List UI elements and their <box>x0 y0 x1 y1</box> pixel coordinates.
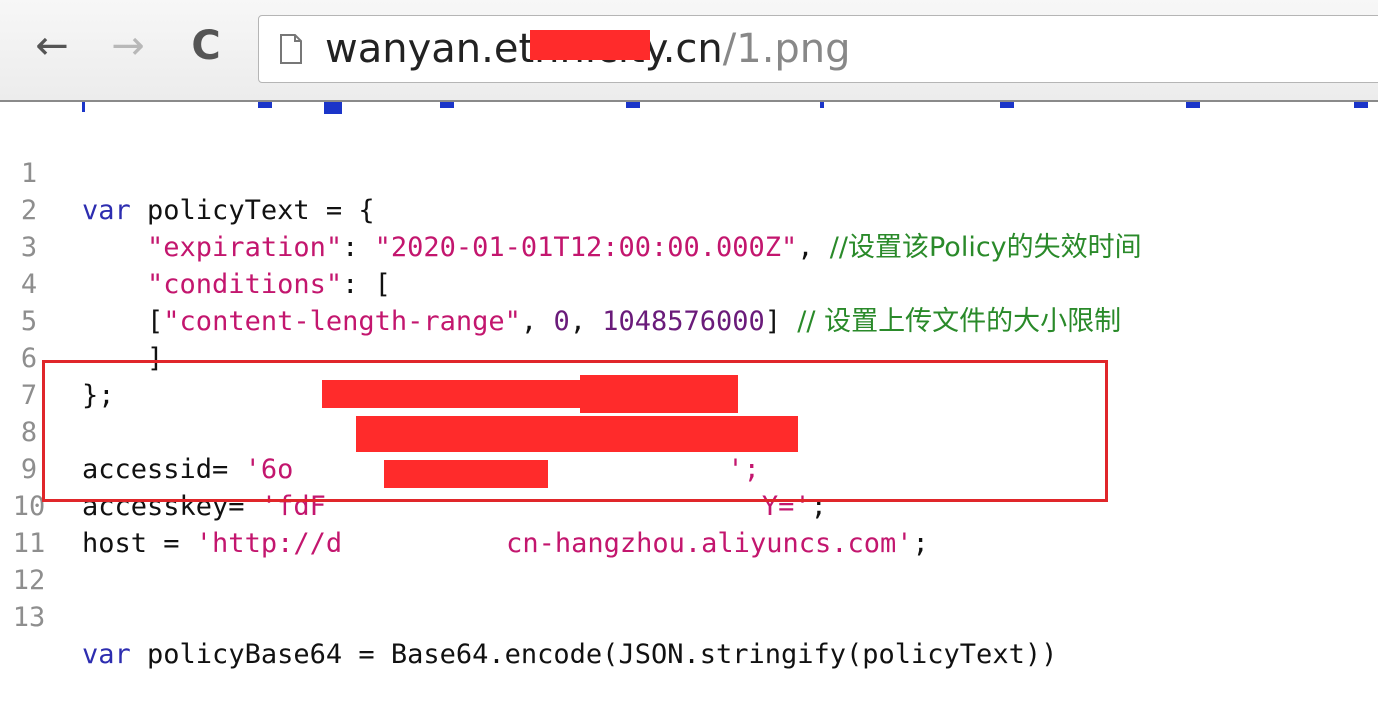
code-line: 12 <box>0 525 1378 596</box>
url-redaction <box>530 30 650 60</box>
code-line: 5 ] <box>0 266 1378 374</box>
browser-toolbar: ← → C wanyan.ethnicity.cn/1.png <box>0 0 1378 101</box>
code-line: 3 "conditions": [ <box>0 192 1378 300</box>
ruler-strip <box>0 100 1378 116</box>
code-line: 1 var policyText = { <box>0 118 1378 226</box>
code-line: 6 }; <box>0 303 1378 411</box>
page-icon <box>280 34 302 64</box>
code-line: 2 "expiration": "2020-01-01T12:00:00.000… <box>0 155 1378 263</box>
reload-button[interactable]: C <box>182 22 230 70</box>
forward-arrow-icon: → <box>111 23 145 69</box>
line-number: 13 <box>12 602 46 633</box>
code-text: var policyBase64 = Base64.encode(JSON.st… <box>82 639 1058 670</box>
url-path: /1.png <box>722 26 851 72</box>
reload-icon: C <box>191 23 221 69</box>
code-line: 13 var policyBase64 = Base64.encode(JSON… <box>0 562 1378 670</box>
code-line: 4 ["content-length-range", 0, 1048576000… <box>0 229 1378 337</box>
highlight-box <box>42 360 1108 502</box>
url-host: wanyan.ethnicity.cn <box>325 26 723 72</box>
forward-button[interactable]: → <box>104 22 152 70</box>
back-arrow-icon: ← <box>35 23 69 69</box>
address-bar[interactable]: wanyan.ethnicity.cn/1.png <box>258 15 1378 83</box>
back-button[interactable]: ← <box>28 22 76 70</box>
